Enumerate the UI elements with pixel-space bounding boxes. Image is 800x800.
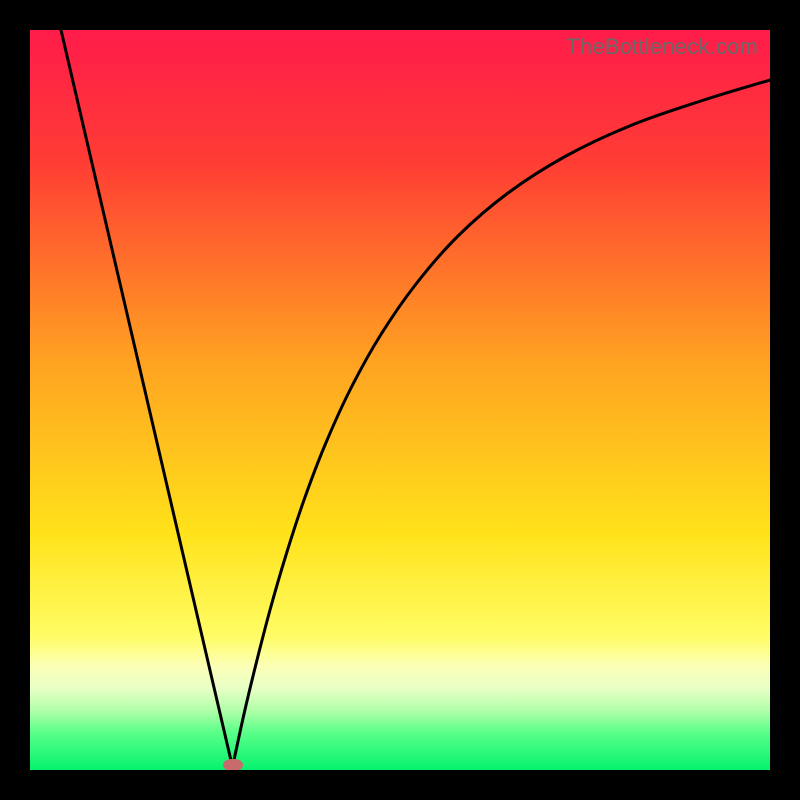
chart-frame: TheBottleneck.com [0, 0, 800, 800]
watermark-text: TheBottleneck.com [566, 34, 758, 60]
bottleneck-curve [30, 30, 770, 770]
minimum-marker [223, 759, 243, 770]
plot-area: TheBottleneck.com [30, 30, 770, 770]
